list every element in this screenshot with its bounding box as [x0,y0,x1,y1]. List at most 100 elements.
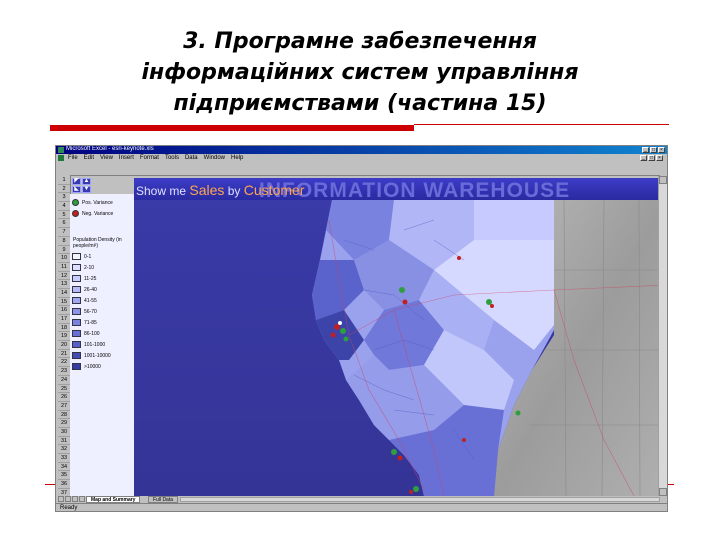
legend-swatch [72,319,81,326]
title-underline-line [414,124,669,125]
row-number[interactable]: 14 [58,289,70,298]
customer-marker[interactable] [334,324,340,330]
legend-swatch [72,330,81,337]
minimize-button[interactable]: _ [642,147,649,153]
last-sheet-icon[interactable] [79,496,85,502]
customer-marker[interactable] [490,304,494,308]
row-number[interactable]: 4 [58,202,70,211]
customer-marker[interactable] [457,256,461,260]
row-number[interactable]: 30 [58,428,70,437]
row-number[interactable]: 34 [58,463,70,472]
legend-density-class: 71-85 [72,318,97,327]
maximize-button[interactable]: □ [650,147,657,153]
close-button[interactable]: × [658,147,665,153]
doc-close-button[interactable]: × [656,155,663,161]
row-number[interactable]: 5 [58,211,70,220]
row-number[interactable]: 35 [58,471,70,481]
window-titlebar[interactable]: Microsoft Excel - esri-keynote.xls _ □ × [56,146,667,154]
banner-sales[interactable]: Sales [189,182,224,198]
row-number[interactable]: 12 [58,272,70,281]
legend-density-class: 1001-10000 [72,351,111,360]
row-number[interactable]: 2 [58,185,70,194]
map-view[interactable] [134,200,668,496]
first-sheet-icon[interactable] [58,496,64,502]
menu-edit[interactable]: Edit [84,154,94,162]
row-number[interactable]: 33 [58,454,70,463]
customer-marker[interactable] [330,332,336,338]
row-number[interactable]: 8 [58,237,70,246]
menu-format[interactable]: Format [140,154,159,162]
legend-density-class: 86-100 [72,329,100,338]
scroll-down-icon[interactable] [659,488,667,496]
excel-window: Microsoft Excel - esri-keynote.xls _ □ ×… [55,145,668,512]
row-number[interactable]: 36 [58,480,70,489]
customer-marker[interactable] [343,336,349,342]
horizontal-scrollbar[interactable] [180,497,660,502]
row-number[interactable]: 17 [58,315,70,324]
row-number[interactable]: 6 [58,219,70,229]
customer-marker[interactable] [462,438,466,442]
menu-tools[interactable]: Tools [165,154,179,162]
row-number[interactable]: 27 [58,402,70,411]
sheet-tab-bar: Map and Summary Full Data [56,496,667,503]
customer-marker[interactable] [409,490,413,494]
legend-class-label: 86-100 [84,330,100,337]
customer-marker[interactable] [402,299,408,305]
customer-marker[interactable] [391,449,397,455]
row-number[interactable]: 32 [58,445,70,454]
row-number[interactable]: 28 [58,411,70,420]
menu-insert[interactable]: Insert [119,154,134,162]
row-number[interactable]: 15 [58,298,70,307]
row-number[interactable]: 13 [58,280,70,289]
scroll-up-icon[interactable] [659,176,667,184]
row-number[interactable]: 18 [58,324,70,333]
legend-neg-variance: Neg. Variance [72,209,113,218]
customer-marker[interactable] [340,328,346,334]
customer-marker[interactable] [397,455,403,461]
map-legend: Pos. Variance Neg. Variance Population D… [70,194,134,496]
row-number[interactable]: 3 [58,193,70,203]
title-underline-bar [50,125,414,131]
row-number[interactable]: 25 [58,385,70,394]
menu-window[interactable]: Window [204,154,225,162]
row-number[interactable]: 21 [58,350,70,359]
row-number[interactable]: 31 [58,437,70,446]
menu-help[interactable]: Help [231,154,243,162]
arrow-down-left-icon[interactable]: ◣ [72,186,81,193]
customer-marker[interactable] [399,287,405,293]
next-sheet-icon[interactable] [72,496,78,502]
customer-marker[interactable] [515,410,521,416]
menu-data[interactable]: Data [185,154,198,162]
legend-class-label: 41-55 [84,297,97,304]
arrow-up-icon[interactable]: ▲ [82,178,91,185]
row-number[interactable]: 29 [58,419,70,428]
row-number[interactable]: 19 [58,332,70,342]
row-number[interactable]: 23 [58,367,70,376]
doc-restore-button[interactable]: □ [648,155,655,161]
arrow-up-left-icon[interactable]: ◤ [72,178,81,185]
row-number[interactable]: 9 [58,246,70,255]
vertical-scrollbar[interactable] [658,176,667,496]
row-number[interactable]: 11 [58,263,70,272]
arrow-down-icon[interactable]: ▼ [82,186,91,193]
row-number[interactable]: 26 [58,393,70,402]
customer-marker[interactable] [486,299,492,305]
customer-marker[interactable] [413,486,419,492]
row-number[interactable]: 20 [58,341,70,350]
row-number[interactable]: 16 [58,306,70,315]
row-number[interactable]: 24 [58,376,70,385]
row-number[interactable]: 7 [58,228,70,237]
menu-view[interactable]: View [100,154,113,162]
sheet-tab-map-summary[interactable]: Map and Summary [86,496,141,503]
customer-marker[interactable] [338,321,342,325]
row-number[interactable]: 1 [58,176,70,185]
sheet-tab-full-data[interactable]: Full Data [148,496,179,503]
row-number[interactable]: 10 [58,254,70,263]
row-number[interactable]: 22 [58,358,70,368]
banner-customer[interactable]: Customer [244,182,305,198]
prev-sheet-icon[interactable] [65,496,71,502]
menu-file[interactable]: File [68,154,78,162]
title-line-1: 3. Програмне забезпечення [183,29,537,54]
legend-swatch [72,341,81,348]
doc-minimize-button[interactable]: _ [640,155,647,161]
